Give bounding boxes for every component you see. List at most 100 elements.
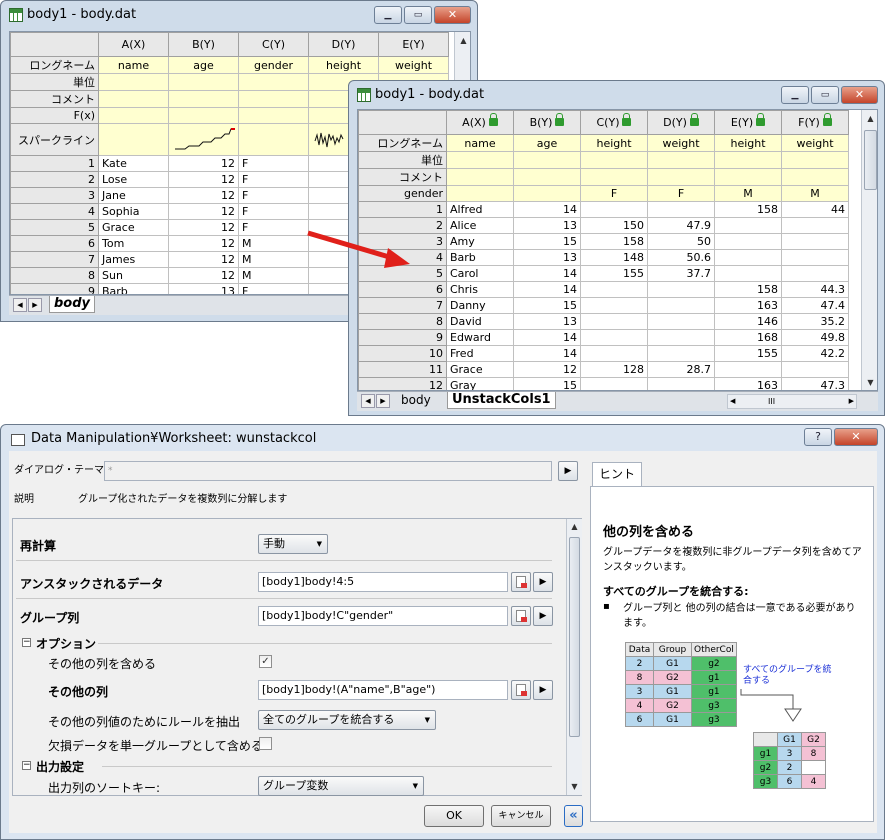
- data-cell[interactable]: [647, 201, 715, 218]
- header-cell[interactable]: name: [98, 56, 169, 74]
- horizontal-scrollbar[interactable]: ◀ III ▶: [727, 394, 857, 409]
- row-label[interactable]: F(x): [10, 107, 99, 124]
- data-cell[interactable]: Carol: [446, 265, 514, 282]
- sparkline-cell[interactable]: [168, 123, 239, 156]
- data-cell[interactable]: [647, 345, 715, 362]
- row-number[interactable]: 12: [358, 377, 447, 390]
- header-cell[interactable]: [168, 107, 239, 124]
- data-cell[interactable]: [580, 377, 648, 390]
- data-cell[interactable]: M: [238, 235, 309, 252]
- data-cell[interactable]: 13: [513, 313, 581, 330]
- ok-button[interactable]: OK: [424, 805, 484, 827]
- header-cell[interactable]: [98, 107, 169, 124]
- data-cell[interactable]: Sophia: [98, 203, 169, 220]
- dialog-close-button[interactable]: ✕: [834, 428, 878, 446]
- data-cell[interactable]: [647, 313, 715, 330]
- data-cell[interactable]: F: [238, 203, 309, 220]
- header-cell[interactable]: [781, 151, 849, 169]
- column-header[interactable]: A(X): [98, 32, 169, 57]
- data-cell[interactable]: 146: [714, 313, 782, 330]
- row-number[interactable]: 1: [358, 201, 447, 218]
- data-cell[interactable]: Kate: [98, 155, 169, 172]
- options-collapse-icon[interactable]: −: [22, 638, 31, 647]
- data-cell[interactable]: Danny: [446, 297, 514, 314]
- data-cell[interactable]: 35.2: [781, 313, 849, 330]
- column-header[interactable]: F(Y): [781, 110, 849, 135]
- data-cell[interactable]: 37.7: [647, 265, 715, 282]
- data-cell[interactable]: [781, 361, 849, 378]
- row-number[interactable]: 8: [10, 267, 99, 284]
- data-cell[interactable]: Alfred: [446, 201, 514, 218]
- header-cell[interactable]: [238, 90, 309, 108]
- header-cell[interactable]: [580, 151, 648, 169]
- group-pick-button[interactable]: [511, 606, 531, 626]
- tab-next-icon[interactable]: ▶: [376, 394, 390, 408]
- data-cell[interactable]: Sun: [98, 267, 169, 284]
- column-header[interactable]: B(Y): [513, 110, 581, 135]
- data-cell[interactable]: 12: [168, 235, 239, 252]
- data-cell[interactable]: [714, 233, 782, 250]
- column-header[interactable]: D(Y): [647, 110, 715, 135]
- row-label[interactable]: スパークライン: [10, 123, 99, 156]
- data-cell[interactable]: 13: [513, 217, 581, 234]
- header-cell[interactable]: [513, 185, 581, 202]
- header-cell[interactable]: F: [647, 185, 715, 202]
- data-cell[interactable]: Lose: [98, 171, 169, 188]
- column-header[interactable]: C(Y): [238, 32, 309, 57]
- other-columns-input[interactable]: [body1]body!(A"name",B"age"): [258, 680, 508, 700]
- missing-group-checkbox[interactable]: [259, 737, 272, 750]
- data-cell[interactable]: F: [238, 283, 309, 294]
- data-cell[interactable]: 155: [714, 345, 782, 362]
- row-number[interactable]: 2: [10, 171, 99, 188]
- data-cell[interactable]: 13: [168, 283, 239, 294]
- worksheet-grid[interactable]: A(X) B(Y) C(Y) D(Y) E(Y) F(Y) ロングネーム name age hei…: [357, 109, 878, 391]
- data-cell[interactable]: 42.2: [781, 345, 849, 362]
- worksheet-table[interactable]: A(X) B(Y) C(Y) D(Y) E(Y) F(Y) ロングネーム name age hei…: [358, 110, 849, 390]
- scroll-left-icon[interactable]: ◀: [730, 395, 735, 408]
- data-cell[interactable]: 14: [513, 201, 581, 218]
- data-cell[interactable]: Tom: [98, 235, 169, 252]
- data-cell[interactable]: [647, 329, 715, 346]
- row-number[interactable]: 7: [358, 297, 447, 314]
- unstack-data-input[interactable]: [body1]body!4:5: [258, 572, 508, 592]
- close-button[interactable]: ✕: [841, 86, 878, 104]
- data-cell[interactable]: 44.3: [781, 281, 849, 298]
- data-cell[interactable]: 49.8: [781, 329, 849, 346]
- data-cell[interactable]: F: [238, 171, 309, 188]
- data-cell[interactable]: 15: [513, 297, 581, 314]
- data-cell[interactable]: Chris: [446, 281, 514, 298]
- header-cell[interactable]: name: [446, 134, 514, 152]
- header-cell[interactable]: [446, 168, 514, 186]
- worksheet-window-unstack[interactable]: body1 - body.dat ▁ ▭ ✕ A(X) B(Y) C(Y) D(Y) E…: [348, 80, 885, 416]
- row-label[interactable]: ロングネーム: [358, 134, 447, 152]
- corner-cell[interactable]: [358, 110, 447, 135]
- data-cell[interactable]: 158: [714, 281, 782, 298]
- data-cell[interactable]: Barb: [98, 283, 169, 294]
- row-label[interactable]: 単位: [10, 73, 99, 91]
- header-cell[interactable]: [513, 151, 581, 169]
- header-cell[interactable]: [98, 90, 169, 108]
- tab-prev-icon[interactable]: ◀: [361, 394, 375, 408]
- data-cell[interactable]: 50.6: [647, 249, 715, 266]
- data-cell[interactable]: 47.4: [781, 297, 849, 314]
- header-cell[interactable]: F: [580, 185, 648, 202]
- data-cell[interactable]: 12: [168, 187, 239, 204]
- data-cell[interactable]: [647, 281, 715, 298]
- data-cell[interactable]: 12: [168, 203, 239, 220]
- data-cell[interactable]: 44: [781, 201, 849, 218]
- data-cell[interactable]: 14: [513, 281, 581, 298]
- data-cell[interactable]: 15: [513, 233, 581, 250]
- include-other-checkbox[interactable]: ✓: [259, 655, 272, 668]
- data-cell[interactable]: 168: [714, 329, 782, 346]
- header-cell[interactable]: [647, 168, 715, 186]
- header-cell[interactable]: [647, 151, 715, 169]
- recalc-combo[interactable]: 手動: [258, 534, 328, 554]
- cancel-button[interactable]: キャンセル: [491, 805, 551, 827]
- data-cell[interactable]: 12: [168, 155, 239, 172]
- scroll-down-icon[interactable]: ▼: [567, 780, 582, 794]
- scroll-up-icon[interactable]: ▲: [455, 34, 470, 48]
- row-number[interactable]: 7: [10, 251, 99, 268]
- other-pick-button[interactable]: [511, 680, 531, 700]
- data-cell[interactable]: David: [446, 313, 514, 330]
- data-cell[interactable]: Barb: [446, 249, 514, 266]
